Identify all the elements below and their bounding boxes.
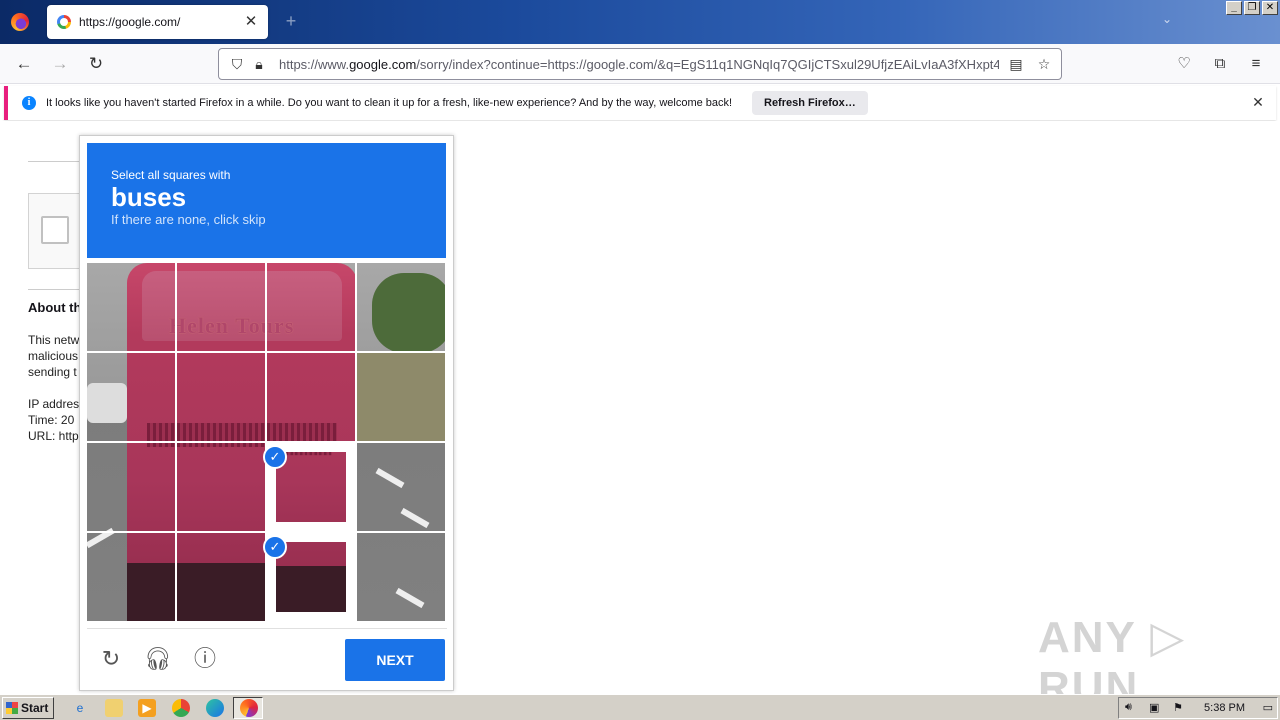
captcha-tile[interactable]: Helen Tours [357, 353, 445, 441]
tab-title: https://google.com/ [79, 15, 181, 29]
reader-view-icon[interactable]: ▤ [1007, 54, 1025, 74]
edge-icon[interactable] [206, 699, 224, 717]
system-tray: 🔊︎ ▣ ⚑ 5:38 PM ▭ [1118, 697, 1278, 719]
show-desktop-icon[interactable]: ▭ [1263, 701, 1273, 714]
selected-check-icon: ✓ [263, 445, 287, 469]
captcha-tile[interactable]: Helen Tours [267, 263, 355, 351]
extensions-icon[interactable]: ⧉ [1209, 53, 1231, 75]
image-grid: Helen ToursHelen ToursHelen ToursHelen T… [87, 263, 447, 623]
captcha-tile[interactable]: Helen Tours [87, 533, 175, 621]
bookmark-star-icon[interactable]: ☆ [1035, 54, 1053, 74]
back-button[interactable]: ← [13, 53, 35, 75]
reload-challenge-icon[interactable]: ↻ [97, 645, 125, 673]
challenge-hint: If there are none, click skip [111, 212, 266, 227]
navigation-toolbar: ← → ↻ ⛉ 🔒︎ https://www.google.com/sorry/… [0, 44, 1280, 84]
captcha-challenge-dialog: Select all squares with buses If there a… [79, 135, 454, 691]
windows-taskbar: Start e ▶ 🔊︎ ▣ ⚑ 5:38 PM ▭ [0, 694, 1280, 720]
audio-challenge-headphones-icon[interactable]: 🎧︎ [144, 645, 172, 673]
minimize-button[interactable]: _ [1226, 1, 1242, 15]
hamburger-menu-icon[interactable]: ≡ [1245, 53, 1267, 75]
internet-explorer-icon[interactable]: e [71, 699, 89, 717]
file-explorer-icon[interactable] [105, 699, 123, 717]
selected-check-icon: ✓ [263, 535, 287, 559]
refresh-firefox-button[interactable]: Refresh Firefox… [752, 91, 868, 115]
tracking-shield-icon[interactable]: ⛉ [227, 54, 247, 74]
notification-message: It looks like you haven't started Firefo… [46, 97, 733, 109]
captcha-tile[interactable]: Helen Tours [267, 353, 355, 441]
window-controls: _ ❐ ✕ [1226, 1, 1278, 15]
volume-icon[interactable]: 🔊︎ [1125, 701, 1132, 714]
flag-icon[interactable]: ⚑ [1173, 701, 1183, 714]
url-bar[interactable]: ⛉ 🔒︎ https://www.google.com/sorry/index?… [218, 48, 1062, 80]
next-button[interactable]: NEXT [345, 639, 445, 681]
challenge-footer: ↻ 🎧︎ ⓘ NEXT [87, 628, 447, 688]
firefox-icon [240, 699, 258, 717]
firefox-menu-button[interactable] [0, 0, 40, 44]
help-info-icon[interactable]: ⓘ [191, 645, 219, 673]
reload-button[interactable]: ↻ [85, 53, 107, 75]
lock-icon[interactable]: 🔒︎ [249, 54, 269, 74]
captcha-tile[interactable]: Helen Tours [357, 443, 445, 531]
close-tab-icon[interactable]: ✕ [242, 13, 260, 31]
start-button[interactable]: Start [2, 697, 54, 719]
challenge-instruction: Select all squares with [111, 168, 231, 182]
browser-tab[interactable]: https://google.com/ ✕ [47, 5, 268, 39]
close-window-button[interactable]: ✕ [1262, 1, 1278, 15]
about-heading: About th [28, 300, 82, 315]
captcha-tile[interactable]: Helen Tours [177, 353, 265, 441]
chrome-icon[interactable] [172, 699, 190, 717]
refresh-firefox-notification: i It looks like you haven't started Fire… [4, 86, 1276, 120]
close-notification-icon[interactable]: ✕ [1250, 94, 1266, 110]
pocket-icon[interactable]: ♡ [1173, 53, 1195, 75]
url-text[interactable]: https://www.google.com/sorry/index?conti… [279, 57, 999, 72]
tab-list-chevron-icon[interactable]: ⌄ [1158, 12, 1176, 30]
captcha-tile[interactable]: Helen Tours [87, 353, 175, 441]
restore-button[interactable]: ❐ [1244, 1, 1260, 15]
captcha-tile[interactable]: Helen Tours [87, 263, 175, 351]
google-favicon-icon [57, 15, 71, 29]
captcha-tile[interactable]: Helen Tours [177, 263, 265, 351]
captcha-tile[interactable]: Helen Tours [87, 443, 175, 531]
challenge-object: buses [111, 182, 187, 212]
clock: 5:38 PM [1204, 702, 1245, 714]
captcha-tile[interactable]: Helen Tours [357, 533, 445, 621]
captcha-tile[interactable]: Helen Tours [177, 533, 265, 621]
recaptcha-checkbox[interactable] [41, 216, 69, 244]
forward-button[interactable]: → [49, 53, 71, 75]
network-icon[interactable]: ▣ [1149, 701, 1159, 714]
challenge-header: Select all squares with buses If there a… [87, 143, 446, 258]
firefox-logo-icon [11, 13, 29, 31]
firefox-taskbar-button[interactable] [233, 697, 263, 719]
info-icon: i [22, 96, 36, 110]
captcha-tile[interactable]: Helen Tours [177, 443, 265, 531]
media-player-icon[interactable]: ▶ [138, 699, 156, 717]
captcha-tile[interactable]: Helen Tours [357, 263, 445, 351]
new-tab-button[interactable]: + [281, 11, 301, 31]
tab-bar: https://google.com/ ✕ + ⌄ _ ❐ ✕ [0, 0, 1280, 44]
